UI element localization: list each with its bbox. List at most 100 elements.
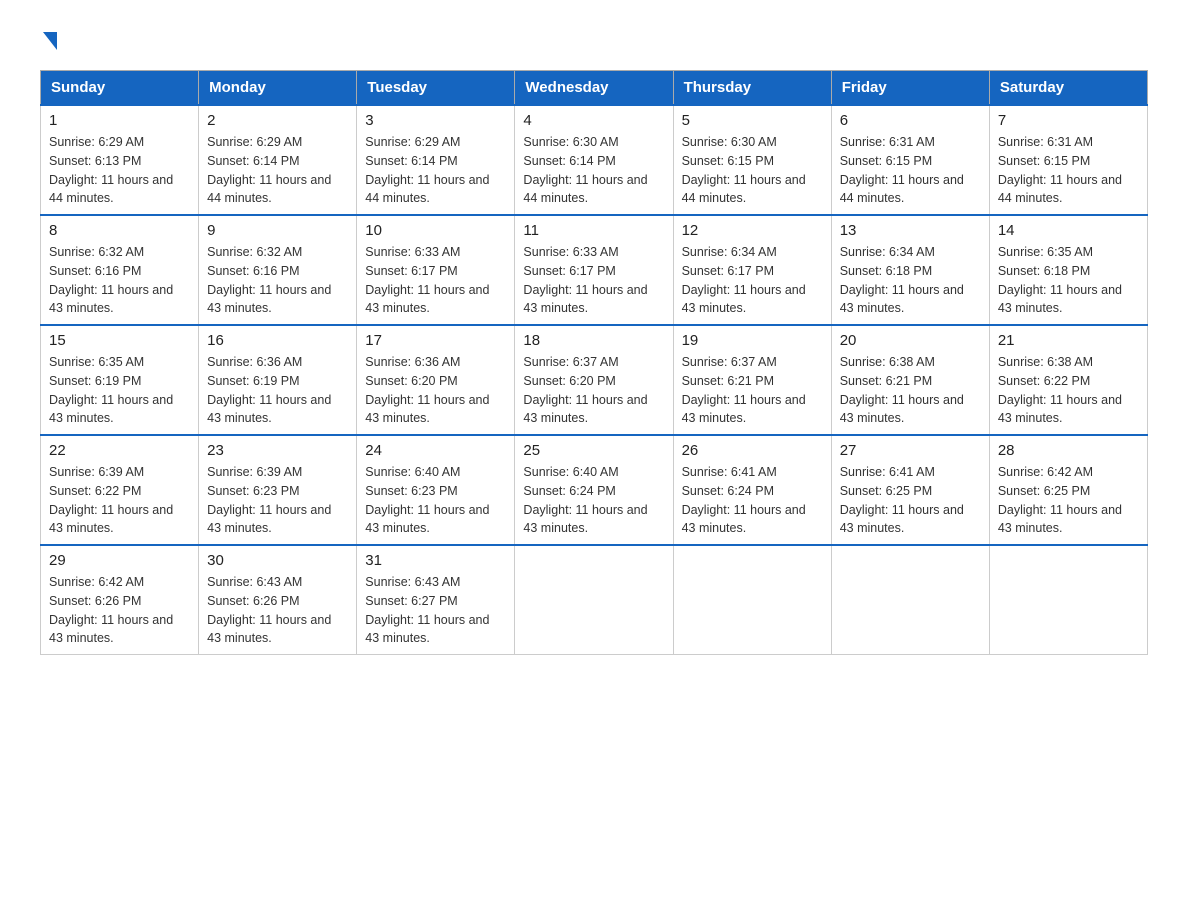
day-number: 23 [207, 442, 348, 459]
calendar-day-cell: 9 Sunrise: 6:32 AM Sunset: 6:16 PM Dayli… [199, 215, 357, 325]
calendar-day-cell: 8 Sunrise: 6:32 AM Sunset: 6:16 PM Dayli… [41, 215, 199, 325]
calendar-week-row: 1 Sunrise: 6:29 AM Sunset: 6:13 PM Dayli… [41, 105, 1148, 215]
calendar-day-cell: 3 Sunrise: 6:29 AM Sunset: 6:14 PM Dayli… [357, 105, 515, 215]
day-info: Sunrise: 6:39 AM Sunset: 6:23 PM Dayligh… [207, 463, 348, 538]
day-info: Sunrise: 6:35 AM Sunset: 6:18 PM Dayligh… [998, 243, 1139, 318]
calendar-day-cell: 11 Sunrise: 6:33 AM Sunset: 6:17 PM Dayl… [515, 215, 673, 325]
calendar-day-header: Saturday [989, 71, 1147, 106]
day-number: 27 [840, 442, 981, 459]
calendar-day-cell: 19 Sunrise: 6:37 AM Sunset: 6:21 PM Dayl… [673, 325, 831, 435]
calendar-day-cell: 4 Sunrise: 6:30 AM Sunset: 6:14 PM Dayli… [515, 105, 673, 215]
day-info: Sunrise: 6:43 AM Sunset: 6:26 PM Dayligh… [207, 573, 348, 648]
day-info: Sunrise: 6:36 AM Sunset: 6:20 PM Dayligh… [365, 353, 506, 428]
calendar-day-cell: 13 Sunrise: 6:34 AM Sunset: 6:18 PM Dayl… [831, 215, 989, 325]
day-info: Sunrise: 6:33 AM Sunset: 6:17 PM Dayligh… [523, 243, 664, 318]
day-info: Sunrise: 6:30 AM Sunset: 6:14 PM Dayligh… [523, 133, 664, 208]
day-number: 10 [365, 222, 506, 239]
calendar-day-cell: 27 Sunrise: 6:41 AM Sunset: 6:25 PM Dayl… [831, 435, 989, 545]
calendar-day-cell: 28 Sunrise: 6:42 AM Sunset: 6:25 PM Dayl… [989, 435, 1147, 545]
day-number: 7 [998, 112, 1139, 129]
calendar-day-cell: 10 Sunrise: 6:33 AM Sunset: 6:17 PM Dayl… [357, 215, 515, 325]
day-info: Sunrise: 6:32 AM Sunset: 6:16 PM Dayligh… [207, 243, 348, 318]
calendar-day-header: Thursday [673, 71, 831, 106]
day-number: 8 [49, 222, 190, 239]
day-number: 1 [49, 112, 190, 129]
calendar-day-cell: 15 Sunrise: 6:35 AM Sunset: 6:19 PM Dayl… [41, 325, 199, 435]
calendar-day-cell: 24 Sunrise: 6:40 AM Sunset: 6:23 PM Dayl… [357, 435, 515, 545]
day-info: Sunrise: 6:40 AM Sunset: 6:23 PM Dayligh… [365, 463, 506, 538]
calendar-header-row: SundayMondayTuesdayWednesdayThursdayFrid… [41, 71, 1148, 106]
day-info: Sunrise: 6:39 AM Sunset: 6:22 PM Dayligh… [49, 463, 190, 538]
day-info: Sunrise: 6:37 AM Sunset: 6:20 PM Dayligh… [523, 353, 664, 428]
day-info: Sunrise: 6:35 AM Sunset: 6:19 PM Dayligh… [49, 353, 190, 428]
day-info: Sunrise: 6:42 AM Sunset: 6:25 PM Dayligh… [998, 463, 1139, 538]
day-info: Sunrise: 6:40 AM Sunset: 6:24 PM Dayligh… [523, 463, 664, 538]
day-info: Sunrise: 6:33 AM Sunset: 6:17 PM Dayligh… [365, 243, 506, 318]
calendar-day-cell: 7 Sunrise: 6:31 AM Sunset: 6:15 PM Dayli… [989, 105, 1147, 215]
calendar-week-row: 29 Sunrise: 6:42 AM Sunset: 6:26 PM Dayl… [41, 545, 1148, 655]
day-info: Sunrise: 6:38 AM Sunset: 6:21 PM Dayligh… [840, 353, 981, 428]
day-info: Sunrise: 6:37 AM Sunset: 6:21 PM Dayligh… [682, 353, 823, 428]
calendar-day-cell: 2 Sunrise: 6:29 AM Sunset: 6:14 PM Dayli… [199, 105, 357, 215]
calendar-day-cell: 20 Sunrise: 6:38 AM Sunset: 6:21 PM Dayl… [831, 325, 989, 435]
day-number: 28 [998, 442, 1139, 459]
day-info: Sunrise: 6:29 AM Sunset: 6:14 PM Dayligh… [365, 133, 506, 208]
day-number: 14 [998, 222, 1139, 239]
day-number: 17 [365, 332, 506, 349]
day-number: 26 [682, 442, 823, 459]
day-number: 31 [365, 552, 506, 569]
day-info: Sunrise: 6:38 AM Sunset: 6:22 PM Dayligh… [998, 353, 1139, 428]
calendar-table: SundayMondayTuesdayWednesdayThursdayFrid… [40, 70, 1148, 655]
day-number: 25 [523, 442, 664, 459]
calendar-day-cell: 1 Sunrise: 6:29 AM Sunset: 6:13 PM Dayli… [41, 105, 199, 215]
calendar-day-cell [515, 545, 673, 655]
calendar-day-cell: 21 Sunrise: 6:38 AM Sunset: 6:22 PM Dayl… [989, 325, 1147, 435]
day-number: 18 [523, 332, 664, 349]
calendar-day-cell: 30 Sunrise: 6:43 AM Sunset: 6:26 PM Dayl… [199, 545, 357, 655]
calendar-day-cell: 6 Sunrise: 6:31 AM Sunset: 6:15 PM Dayli… [831, 105, 989, 215]
day-number: 5 [682, 112, 823, 129]
day-number: 6 [840, 112, 981, 129]
day-number: 21 [998, 332, 1139, 349]
page-header [40, 30, 1148, 50]
day-number: 9 [207, 222, 348, 239]
day-info: Sunrise: 6:29 AM Sunset: 6:13 PM Dayligh… [49, 133, 190, 208]
calendar-week-row: 15 Sunrise: 6:35 AM Sunset: 6:19 PM Dayl… [41, 325, 1148, 435]
day-number: 29 [49, 552, 190, 569]
day-info: Sunrise: 6:41 AM Sunset: 6:25 PM Dayligh… [840, 463, 981, 538]
calendar-day-cell: 26 Sunrise: 6:41 AM Sunset: 6:24 PM Dayl… [673, 435, 831, 545]
calendar-day-cell: 14 Sunrise: 6:35 AM Sunset: 6:18 PM Dayl… [989, 215, 1147, 325]
day-info: Sunrise: 6:34 AM Sunset: 6:17 PM Dayligh… [682, 243, 823, 318]
logo-arrow-icon [43, 32, 57, 50]
day-number: 19 [682, 332, 823, 349]
calendar-day-cell: 12 Sunrise: 6:34 AM Sunset: 6:17 PM Dayl… [673, 215, 831, 325]
calendar-day-header: Friday [831, 71, 989, 106]
day-number: 16 [207, 332, 348, 349]
calendar-day-cell [989, 545, 1147, 655]
calendar-day-cell [831, 545, 989, 655]
calendar-day-header: Monday [199, 71, 357, 106]
day-info: Sunrise: 6:31 AM Sunset: 6:15 PM Dayligh… [840, 133, 981, 208]
day-number: 12 [682, 222, 823, 239]
day-info: Sunrise: 6:32 AM Sunset: 6:16 PM Dayligh… [49, 243, 190, 318]
calendar-day-cell: 5 Sunrise: 6:30 AM Sunset: 6:15 PM Dayli… [673, 105, 831, 215]
day-info: Sunrise: 6:29 AM Sunset: 6:14 PM Dayligh… [207, 133, 348, 208]
calendar-day-cell: 25 Sunrise: 6:40 AM Sunset: 6:24 PM Dayl… [515, 435, 673, 545]
calendar-day-cell: 29 Sunrise: 6:42 AM Sunset: 6:26 PM Dayl… [41, 545, 199, 655]
day-number: 15 [49, 332, 190, 349]
day-number: 30 [207, 552, 348, 569]
calendar-week-row: 8 Sunrise: 6:32 AM Sunset: 6:16 PM Dayli… [41, 215, 1148, 325]
calendar-day-cell: 31 Sunrise: 6:43 AM Sunset: 6:27 PM Dayl… [357, 545, 515, 655]
calendar-day-cell [673, 545, 831, 655]
day-number: 2 [207, 112, 348, 129]
logo [40, 30, 57, 50]
day-info: Sunrise: 6:42 AM Sunset: 6:26 PM Dayligh… [49, 573, 190, 648]
day-number: 3 [365, 112, 506, 129]
calendar-day-header: Tuesday [357, 71, 515, 106]
day-info: Sunrise: 6:41 AM Sunset: 6:24 PM Dayligh… [682, 463, 823, 538]
day-number: 20 [840, 332, 981, 349]
calendar-day-header: Wednesday [515, 71, 673, 106]
day-info: Sunrise: 6:34 AM Sunset: 6:18 PM Dayligh… [840, 243, 981, 318]
calendar-week-row: 22 Sunrise: 6:39 AM Sunset: 6:22 PM Dayl… [41, 435, 1148, 545]
calendar-day-cell: 17 Sunrise: 6:36 AM Sunset: 6:20 PM Dayl… [357, 325, 515, 435]
